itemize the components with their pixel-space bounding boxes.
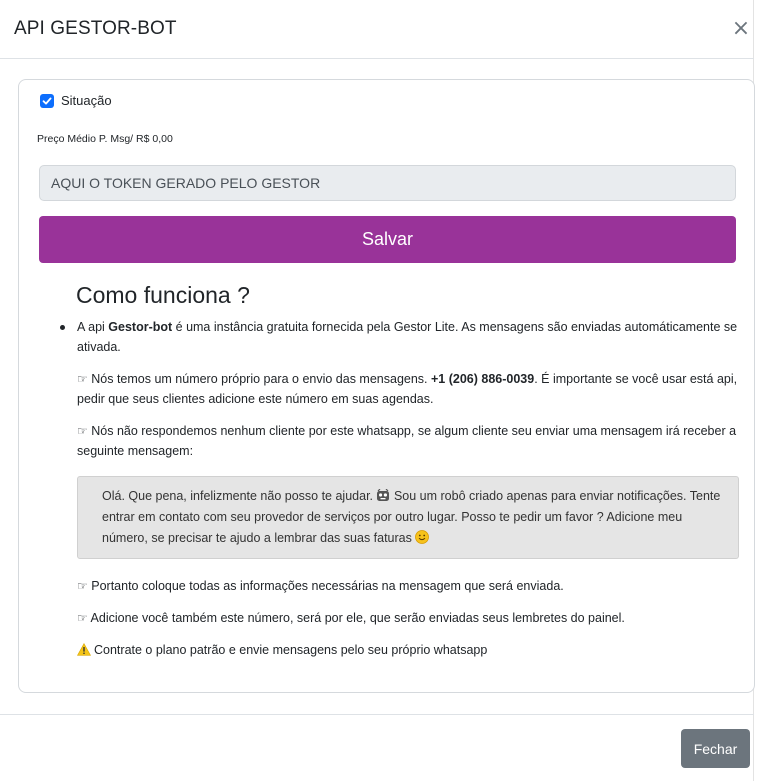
scrollbar[interactable]	[754, 0, 768, 781]
situacao-toggle[interactable]: Situação	[40, 93, 112, 108]
warning-paragraph: Contrate o plano patrão e envie mensagen…	[76, 640, 739, 662]
phone-paragraph: ☞ Nós temos um número próprio para o env…	[77, 372, 738, 406]
checkbox-checked-icon[interactable]	[40, 93, 54, 108]
pointing-hand-icon: ☞	[77, 611, 88, 625]
modal-header: API GESTOR-BOT ×	[0, 0, 754, 59]
warning-icon	[76, 642, 92, 662]
modal-footer: Fechar	[0, 714, 754, 781]
how-it-works-title: Como funciona ?	[76, 282, 250, 308]
pointing-hand-icon: ☞	[77, 372, 88, 386]
price-per-message: Preço Médio P. Msg/ R$ 0,00	[37, 133, 173, 145]
robot-face-icon	[376, 488, 390, 503]
how-it-works-content: A api Gestor-bot é uma instância gratuit…	[59, 317, 739, 662]
close-button[interactable]: Fechar	[681, 729, 750, 768]
smiling-face-icon	[415, 530, 430, 545]
tip-paragraph: ☞ Portanto coloque todas as informações …	[77, 579, 564, 593]
gestor-bot-name: Gestor-bot	[108, 320, 173, 334]
intro-text: A api Gestor-bot é uma instância gratuit…	[77, 320, 738, 354]
pointing-hand-icon: ☞	[77, 424, 88, 438]
bullet-icon	[60, 325, 65, 330]
modal-title: API GESTOR-BOT	[14, 18, 177, 39]
pointing-hand-icon: ☞	[77, 579, 88, 593]
situacao-label: Situação	[61, 93, 112, 108]
phone-number: +1 (206) 886-0039	[431, 372, 535, 386]
close-icon[interactable]: ×	[730, 16, 752, 42]
save-button[interactable]: Salvar	[39, 216, 736, 263]
no-reply-paragraph: ☞ Nós não respondemos nenhum cliente por…	[77, 424, 737, 458]
token-input[interactable]	[39, 165, 736, 201]
api-config-card: Situação Preço Médio P. Msg/ R$ 0,00 Sal…	[18, 79, 755, 693]
list-item: A api Gestor-bot é uma instância gratuit…	[59, 317, 739, 662]
auto-reply-quote: Olá. Que pena, infelizmente não posso te…	[77, 476, 739, 559]
tip-paragraph: ☞ Adicione você também este número, será…	[77, 611, 625, 625]
